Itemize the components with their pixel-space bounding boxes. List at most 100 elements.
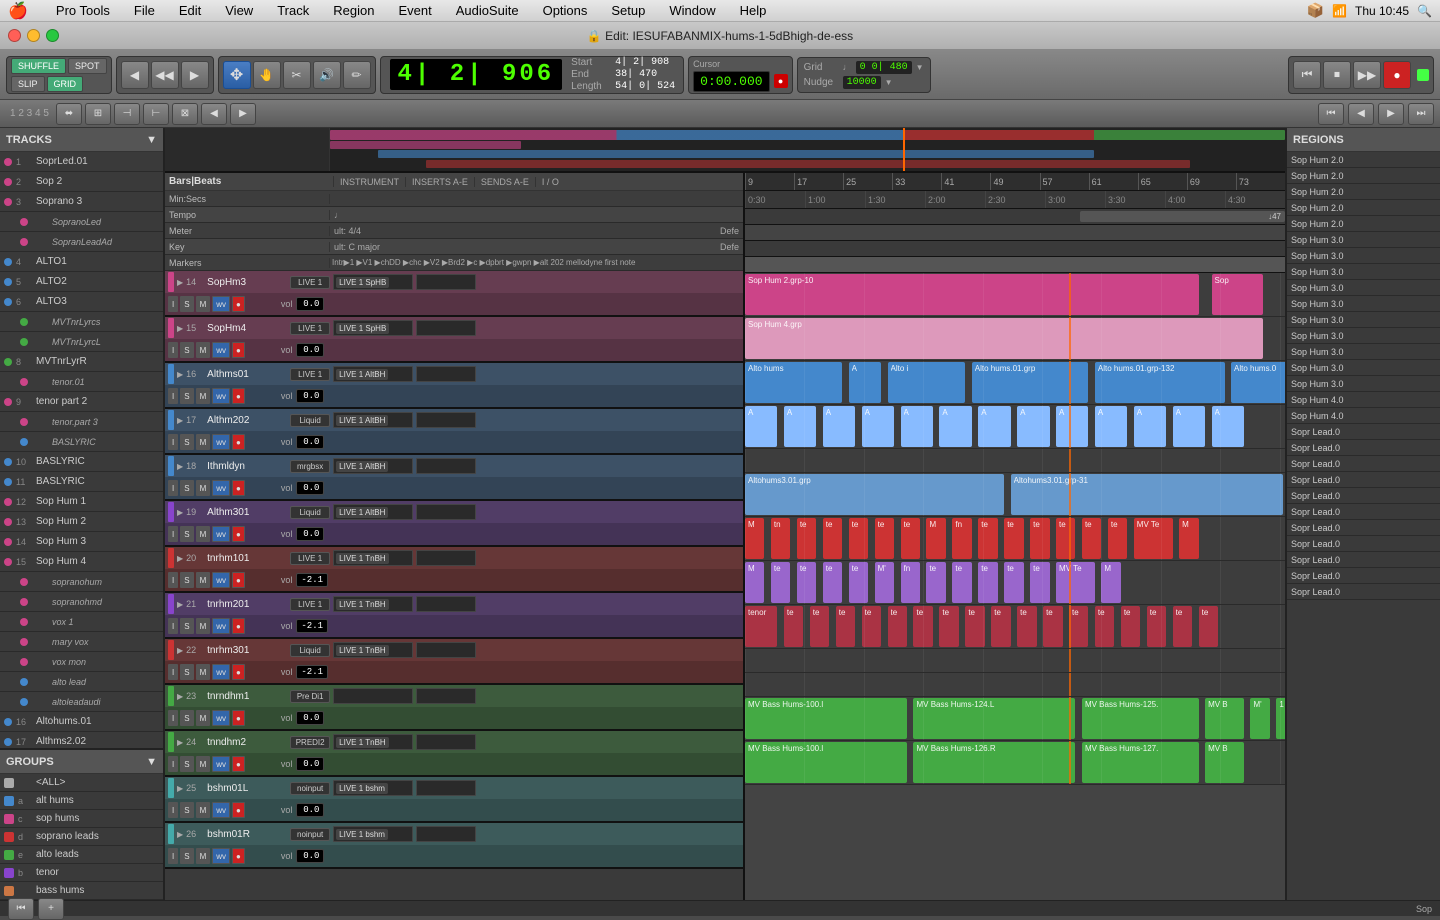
track-list-item[interactable]: 9tenor part 2 bbox=[0, 392, 163, 412]
track-M-btn[interactable]: M bbox=[196, 848, 211, 864]
grid-dropdown-icon[interactable]: ▼ bbox=[916, 63, 924, 72]
waveform-region-block[interactable]: A bbox=[1212, 406, 1244, 447]
track-red-btn[interactable]: ● bbox=[232, 342, 245, 358]
waveform-region-block[interactable]: A bbox=[823, 406, 855, 447]
waveform-region-block[interactable]: te bbox=[836, 606, 855, 647]
waveform-region-block[interactable]: Alto hums bbox=[745, 362, 842, 403]
track-I-btn[interactable]: I bbox=[168, 480, 178, 496]
track-inserts-area[interactable]: LIVE 1 SpHB bbox=[333, 320, 413, 336]
track-M-btn[interactable]: M bbox=[196, 618, 211, 634]
selector-tool-btn[interactable]: ✥ bbox=[223, 61, 251, 89]
status-nav2[interactable]: + bbox=[38, 898, 64, 920]
align-btn2[interactable]: ⊢ bbox=[143, 103, 169, 125]
region-list-item[interactable]: Sop Hum 3.0 bbox=[1287, 360, 1440, 376]
waveform-region-block[interactable]: te bbox=[1108, 518, 1127, 559]
rtc-start-btn[interactable]: ⏮ bbox=[1318, 103, 1344, 125]
menu-setup[interactable]: Setup bbox=[607, 1, 649, 20]
waveform-region-block[interactable]: MV Bass Hums-100.l bbox=[745, 742, 907, 783]
region-list-item[interactable]: Sopr Lead.0 bbox=[1287, 536, 1440, 552]
waveform-region-block[interactable]: te bbox=[1043, 606, 1062, 647]
link-btn[interactable]: ⬌ bbox=[56, 103, 82, 125]
pencil-tool-btn[interactable]: ✏ bbox=[343, 61, 371, 89]
waveform-track-row[interactable] bbox=[745, 449, 1285, 473]
track-list-item[interactable]: alto lead bbox=[0, 672, 163, 692]
track-sends-area[interactable] bbox=[416, 688, 476, 704]
track-sends-area[interactable] bbox=[416, 504, 476, 520]
track-list-item[interactable]: MVTnrLyrcL bbox=[0, 332, 163, 352]
track-M-btn[interactable]: M bbox=[196, 342, 211, 358]
waveform-region-block[interactable]: te bbox=[1004, 518, 1023, 559]
track-inserts-area[interactable]: LIVE 1 SpHB bbox=[333, 274, 413, 290]
track-S-btn[interactable]: S bbox=[180, 756, 193, 772]
menu-view[interactable]: View bbox=[221, 1, 257, 20]
waveform-track-row[interactable]: Sop Hum 4.grp bbox=[745, 317, 1285, 361]
waveform-region-block[interactable]: te bbox=[1082, 518, 1101, 559]
status-nav1[interactable]: ⏮ bbox=[8, 898, 34, 920]
track-expand-arrow[interactable]: ▶ bbox=[177, 646, 183, 655]
master-rewind-btn[interactable]: ⏮ bbox=[1293, 61, 1321, 89]
waveform-region-block[interactable]: te bbox=[1173, 606, 1192, 647]
waveform-region-block[interactable]: Altohums3.01.grp-31 bbox=[1011, 474, 1283, 515]
waveform-track-row[interactable]: Alto humsAAlto iAlto hums.01.grpAlto hum… bbox=[745, 361, 1285, 405]
track-I-btn[interactable]: I bbox=[168, 664, 178, 680]
track-expand-arrow[interactable]: ▶ bbox=[177, 370, 183, 379]
waveform-region-block[interactable]: A bbox=[1056, 406, 1088, 447]
track-expand-arrow[interactable]: ▶ bbox=[177, 278, 183, 287]
track-list-item[interactable]: BASLYRIC bbox=[0, 432, 163, 452]
waveform-region-block[interactable]: M' bbox=[875, 562, 894, 603]
waveform-region-block[interactable]: Sop Hum 2.grp-10 bbox=[745, 274, 1199, 315]
track-list-item[interactable]: 5ALTO2 bbox=[0, 272, 163, 292]
rtc-rew-btn[interactable]: ◀ bbox=[1348, 103, 1374, 125]
track-I-btn[interactable]: I bbox=[168, 848, 178, 864]
trimmer-tool-btn[interactable]: ✂ bbox=[283, 61, 311, 89]
track-sends-area[interactable] bbox=[416, 274, 476, 290]
track-red-btn[interactable]: ● bbox=[232, 618, 245, 634]
track-list-item[interactable]: 14Sop Hum 3 bbox=[0, 532, 163, 552]
waveform-region-block[interactable]: te bbox=[1147, 606, 1166, 647]
group-list-item[interactable]: btenor bbox=[0, 864, 163, 882]
track-expand-arrow[interactable]: ▶ bbox=[177, 600, 183, 609]
track-wv-btn[interactable]: wv bbox=[212, 572, 230, 588]
track-sends-area[interactable] bbox=[416, 826, 476, 842]
track-I-btn[interactable]: I bbox=[168, 710, 178, 726]
region-list-item[interactable]: Sop Hum 3.0 bbox=[1287, 296, 1440, 312]
waveform-region-block[interactable]: MV Bass Hums-124.L bbox=[913, 698, 1075, 739]
waveform-region-block[interactable]: A bbox=[1017, 406, 1049, 447]
waveform-region-block[interactable]: te bbox=[1069, 606, 1088, 647]
tab-btn[interactable]: ⊞ bbox=[85, 103, 111, 125]
track-wv-btn[interactable]: wv bbox=[212, 618, 230, 634]
region-list-item[interactable]: Sop Hum 2.0 bbox=[1287, 200, 1440, 216]
track-list-item[interactable]: 1SoprLed.01 bbox=[0, 152, 163, 172]
track-red-btn[interactable]: ● bbox=[232, 572, 245, 588]
region-list-item[interactable]: Sop Hum 3.0 bbox=[1287, 376, 1440, 392]
track-wv-btn[interactable]: wv bbox=[212, 848, 230, 864]
waveform-track-row[interactable]: Sop Hum 2.grp-10Sop bbox=[745, 273, 1285, 317]
track-list-item[interactable]: tenor.01 bbox=[0, 372, 163, 392]
waveform-region-block[interactable]: te bbox=[952, 562, 971, 603]
track-sends-area[interactable] bbox=[416, 642, 476, 658]
region-list-item[interactable]: Sopr Lead.0 bbox=[1287, 472, 1440, 488]
track-red-btn[interactable]: ● bbox=[232, 388, 245, 404]
track-S-btn[interactable]: S bbox=[180, 572, 193, 588]
waveform-region-block[interactable]: te bbox=[1030, 518, 1049, 559]
track-inserts-area[interactable]: LIVE 1 bshm bbox=[333, 780, 413, 796]
track-list-item[interactable]: 10BASLYRIC bbox=[0, 452, 163, 472]
waveform-region-block[interactable]: A bbox=[939, 406, 971, 447]
region-list-item[interactable]: Sop Hum 3.0 bbox=[1287, 248, 1440, 264]
align-left-btn[interactable]: ⊣ bbox=[114, 103, 140, 125]
track-red-btn[interactable]: ● bbox=[232, 756, 245, 772]
tracks-collapse-icon[interactable]: ▼ bbox=[146, 134, 157, 146]
track-M-btn[interactable]: M bbox=[196, 480, 211, 496]
track-list-item[interactable]: sopranohum bbox=[0, 572, 163, 592]
track-expand-arrow[interactable]: ▶ bbox=[177, 830, 183, 839]
waveform-region-block[interactable]: te bbox=[849, 518, 868, 559]
track-I-btn[interactable]: I bbox=[168, 756, 178, 772]
track-expand-arrow[interactable]: ▶ bbox=[177, 462, 183, 471]
track-inserts-area[interactable]: LIVE 1 bshm bbox=[333, 826, 413, 842]
waveform-region-block[interactable]: MV Bass Hums-100.l bbox=[745, 698, 907, 739]
region-list-item[interactable]: Sopr Lead.0 bbox=[1287, 504, 1440, 520]
track-S-btn[interactable]: S bbox=[180, 434, 193, 450]
track-inserts-area[interactable]: LIVE 1 AltBH bbox=[333, 504, 413, 520]
grid-mode-btn[interactable]: GRID bbox=[47, 76, 84, 92]
region-list-item[interactable]: Sopr Lead.0 bbox=[1287, 520, 1440, 536]
